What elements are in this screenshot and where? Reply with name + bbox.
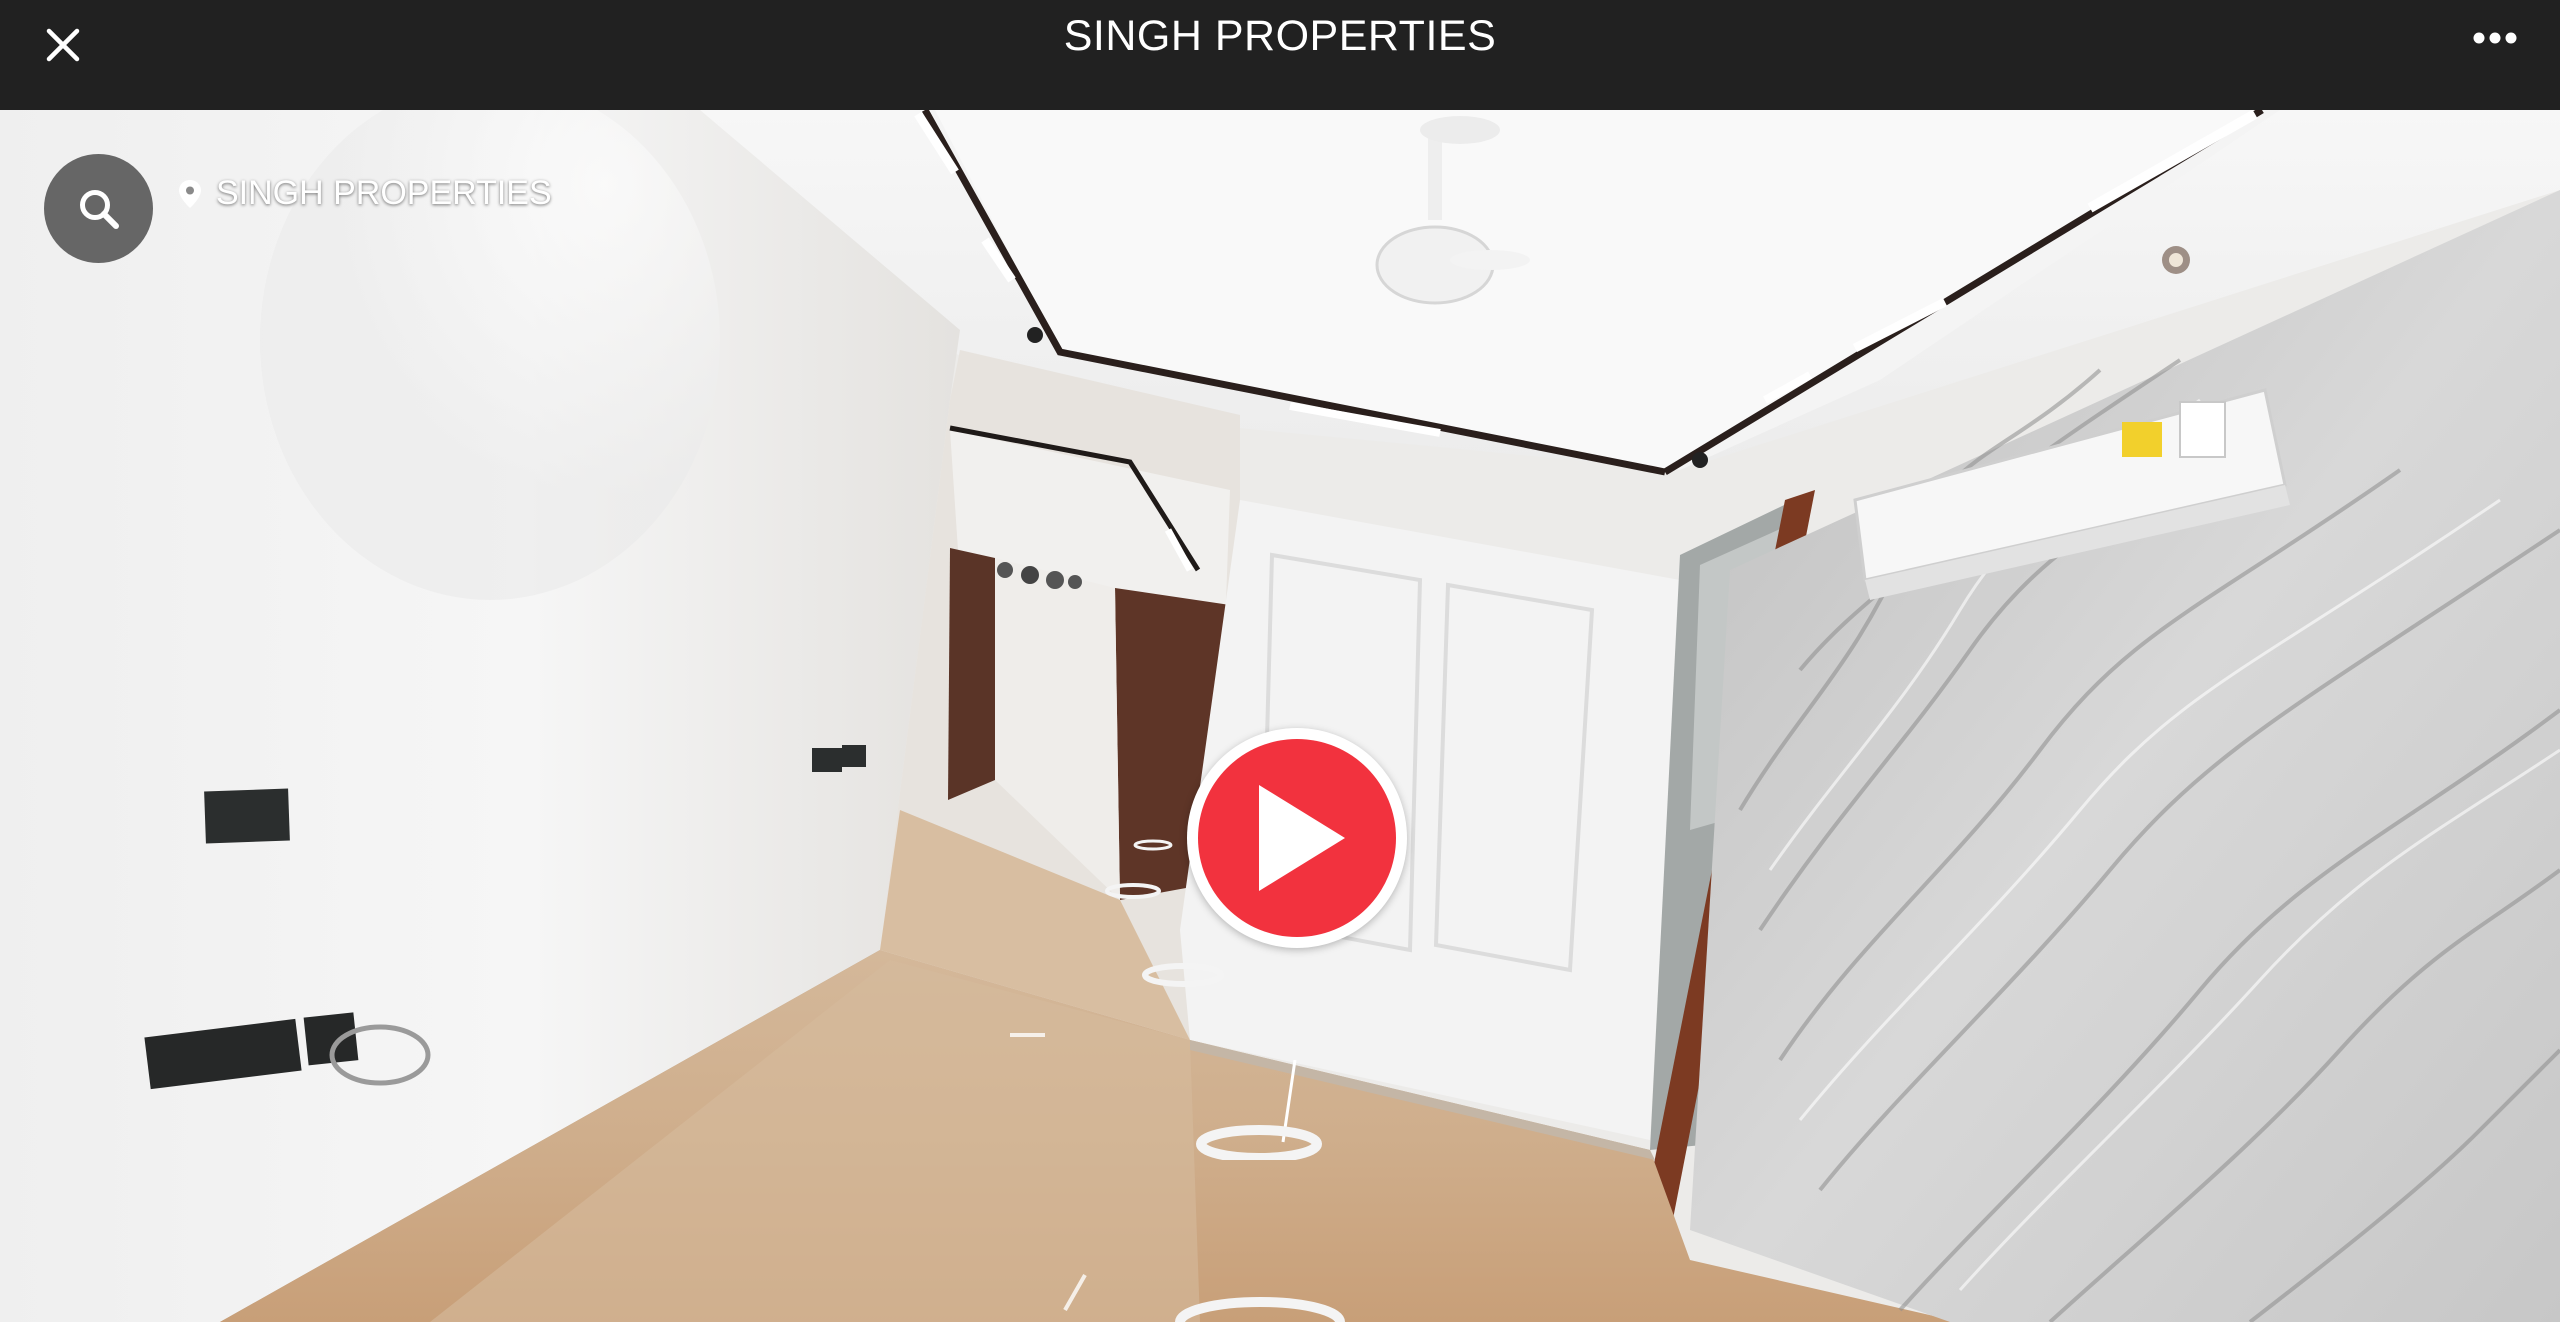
play-video-button[interactable] <box>1187 728 1407 948</box>
play-button-fill <box>1198 739 1396 937</box>
location-label[interactable]: SINGH PROPERTIES <box>178 174 552 213</box>
more-horizontal-icon <box>2473 32 2517 44</box>
map-pin-icon <box>178 179 202 209</box>
search-icon <box>79 189 119 229</box>
more-options-button[interactable] <box>2460 12 2530 64</box>
panorama-viewer[interactable]: SINGH PROPERTIES <box>0 110 2560 1322</box>
top-bar: SINGH PROPERTIES <box>0 0 2560 110</box>
search-button[interactable] <box>44 154 153 263</box>
play-icon <box>1259 785 1345 891</box>
navigation-hotspot[interactable] <box>1195 1060 1335 1160</box>
location-text: SINGH PROPERTIES <box>216 174 552 212</box>
page-title: SINGH PROPERTIES <box>1063 12 1497 60</box>
